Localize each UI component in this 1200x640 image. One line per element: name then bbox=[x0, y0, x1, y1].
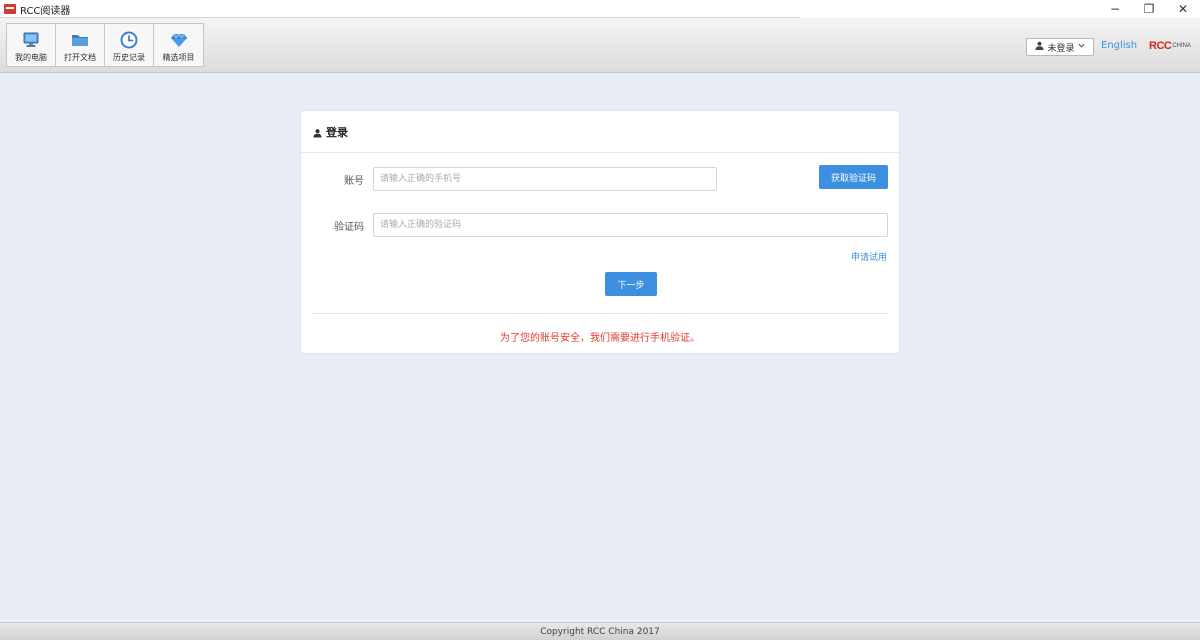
verification-code-input[interactable] bbox=[373, 213, 888, 237]
english-language-link[interactable]: English bbox=[1101, 40, 1137, 51]
account-label: 账号 bbox=[344, 176, 364, 187]
open-document-button[interactable]: 打开文档 bbox=[56, 24, 105, 66]
apply-trial-link[interactable]: 申请试用 bbox=[851, 250, 887, 263]
user-login-dropdown[interactable]: 未登录 bbox=[1026, 38, 1094, 56]
login-title: 登录 bbox=[326, 125, 348, 139]
chevron-down-icon bbox=[1078, 42, 1085, 52]
verification-code-label: 验证码 bbox=[334, 222, 364, 233]
login-card-header: 登录 bbox=[301, 111, 899, 153]
clock-icon bbox=[119, 30, 139, 50]
open-document-label: 打开文档 bbox=[64, 53, 96, 62]
window-titlebar: RCC阅读器 − ❐ ✕ bbox=[0, 0, 1200, 18]
login-card: 登录 账号 获取验证码 验证码 申请试用 下一步 为了您的账号安全，我们需要进行… bbox=[300, 110, 900, 354]
brand-china-text: CHINA bbox=[1172, 43, 1192, 49]
history-label: 历史记录 bbox=[113, 53, 145, 62]
monitor-icon bbox=[21, 30, 41, 50]
restore-button[interactable]: ❐ bbox=[1132, 0, 1166, 18]
user-icon bbox=[1035, 41, 1045, 53]
close-button[interactable]: ✕ bbox=[1166, 0, 1200, 18]
user-login-label: 未登录 bbox=[1047, 43, 1075, 54]
history-button[interactable]: 历史记录 bbox=[105, 24, 154, 66]
user-icon bbox=[313, 127, 322, 137]
window-controls: − ❐ ✕ bbox=[1098, 0, 1200, 18]
toolbar-button-group: 我的电脑 打开文档 历史记录 精选项目 bbox=[6, 23, 204, 67]
next-step-button[interactable]: 下一步 bbox=[605, 272, 657, 296]
featured-projects-label: 精选项目 bbox=[162, 53, 195, 62]
main-toolbar: 我的电脑 打开文档 历史记录 精选项目 未登录 English RCC CHIN… bbox=[0, 18, 1200, 73]
get-verification-code-button[interactable]: 获取验证码 bbox=[819, 165, 888, 189]
phone-number-input[interactable] bbox=[373, 167, 717, 191]
minimize-button[interactable]: − bbox=[1098, 0, 1132, 18]
featured-projects-button[interactable]: 精选项目 bbox=[154, 24, 203, 66]
status-bar: Copyright RCC China 2017 bbox=[0, 622, 1200, 640]
my-computer-button[interactable]: 我的电脑 bbox=[7, 24, 56, 66]
brand-rcc-text: RCC bbox=[1149, 40, 1172, 52]
diamond-icon bbox=[169, 30, 189, 50]
rcc-china-logo: RCC CHINA bbox=[1149, 39, 1191, 53]
folder-icon bbox=[70, 30, 90, 50]
card-divider bbox=[313, 313, 887, 314]
window-title: RCC阅读器 bbox=[20, 5, 71, 17]
security-notice: 为了您的账号安全，我们需要进行手机验证。 bbox=[500, 333, 700, 344]
my-computer-label: 我的电脑 bbox=[15, 53, 47, 62]
copyright-text: Copyright RCC China 2017 bbox=[540, 626, 660, 637]
app-logo-icon bbox=[4, 4, 16, 14]
